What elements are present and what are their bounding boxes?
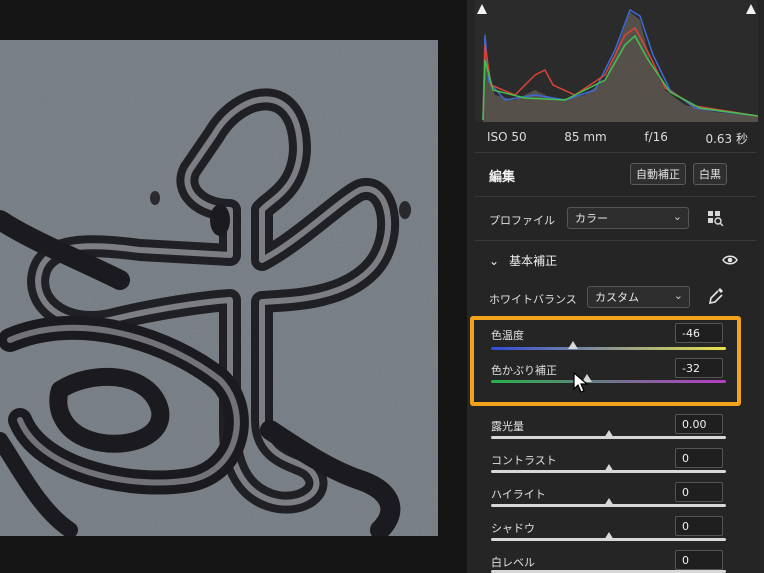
shadow-clipping-icon[interactable] <box>475 2 489 16</box>
highlight-clipping-icon[interactable] <box>744 2 758 16</box>
divider <box>475 152 756 153</box>
highlights-value[interactable]: 0 <box>675 482 723 502</box>
auto-button[interactable]: 自動補正 <box>630 163 686 185</box>
basic-section-title: 基本補正 <box>509 254 558 268</box>
profile-select[interactable]: カラー ⌄ <box>567 207 689 229</box>
photo-preview[interactable] <box>0 40 438 536</box>
white-balance-select-value: カスタム <box>595 291 639 304</box>
white-balance-select[interactable]: カスタム ⌄ <box>587 286 690 308</box>
profile-browser-icon[interactable] <box>707 210 725 226</box>
contrast-slider-thumb[interactable] <box>603 464 614 472</box>
shadows-slider-thumb[interactable] <box>603 532 614 540</box>
shutter-speed-value: 0.63 秒 <box>705 132 748 146</box>
mouse-pointer-icon <box>573 372 589 393</box>
exif-info: ISO 50 85 mm f/16 0.63 秒 <box>487 130 748 147</box>
black-white-button[interactable]: 白黒 <box>693 163 727 185</box>
exposure-label: 露光量 <box>491 420 524 433</box>
chevron-down-icon: ⌄ <box>673 289 683 302</box>
focal-length-value: 85 mm <box>564 130 607 144</box>
profile-label: プロファイル <box>489 214 555 227</box>
aperture-value: f/16 <box>644 130 668 144</box>
histogram-graph <box>482 8 759 122</box>
highlights-slider-thumb[interactable] <box>603 498 614 506</box>
shadows-value[interactable]: 0 <box>675 516 723 536</box>
histogram[interactable] <box>475 0 759 122</box>
divider <box>475 240 756 241</box>
image-canvas[interactable] <box>0 0 467 573</box>
visibility-eye-icon[interactable] <box>722 254 738 266</box>
profile-select-value: カラー <box>575 212 608 225</box>
carved-character-image <box>0 40 438 536</box>
edit-title: 編集 <box>489 170 516 185</box>
exposure-slider-thumb[interactable] <box>603 430 614 438</box>
contrast-value[interactable]: 0 <box>675 448 723 468</box>
eyedropper-icon[interactable] <box>707 286 725 306</box>
chevron-down-icon: ⌄ <box>672 210 682 223</box>
divider <box>475 196 756 197</box>
exposure-value[interactable]: 0.00 <box>675 414 723 434</box>
contrast-label: コントラスト <box>491 454 557 467</box>
iso-value: ISO 50 <box>487 130 527 144</box>
highlights-label: ハイライト <box>491 488 546 501</box>
white-balance-label: ホワイトバランス <box>489 293 577 306</box>
whites-value[interactable]: 0 <box>675 550 723 570</box>
shadows-label: シャドウ <box>491 522 535 535</box>
whites-label: 白レベル <box>491 556 535 569</box>
basic-section-header[interactable]: ⌄ 基本補正 <box>489 252 557 269</box>
highlight-annotation-box <box>470 316 741 406</box>
chevron-down-icon: ⌄ <box>489 253 500 268</box>
develop-panel: ISO 50 85 mm f/16 0.63 秒 編集 自動補正 白黒 プロファ… <box>467 0 764 573</box>
